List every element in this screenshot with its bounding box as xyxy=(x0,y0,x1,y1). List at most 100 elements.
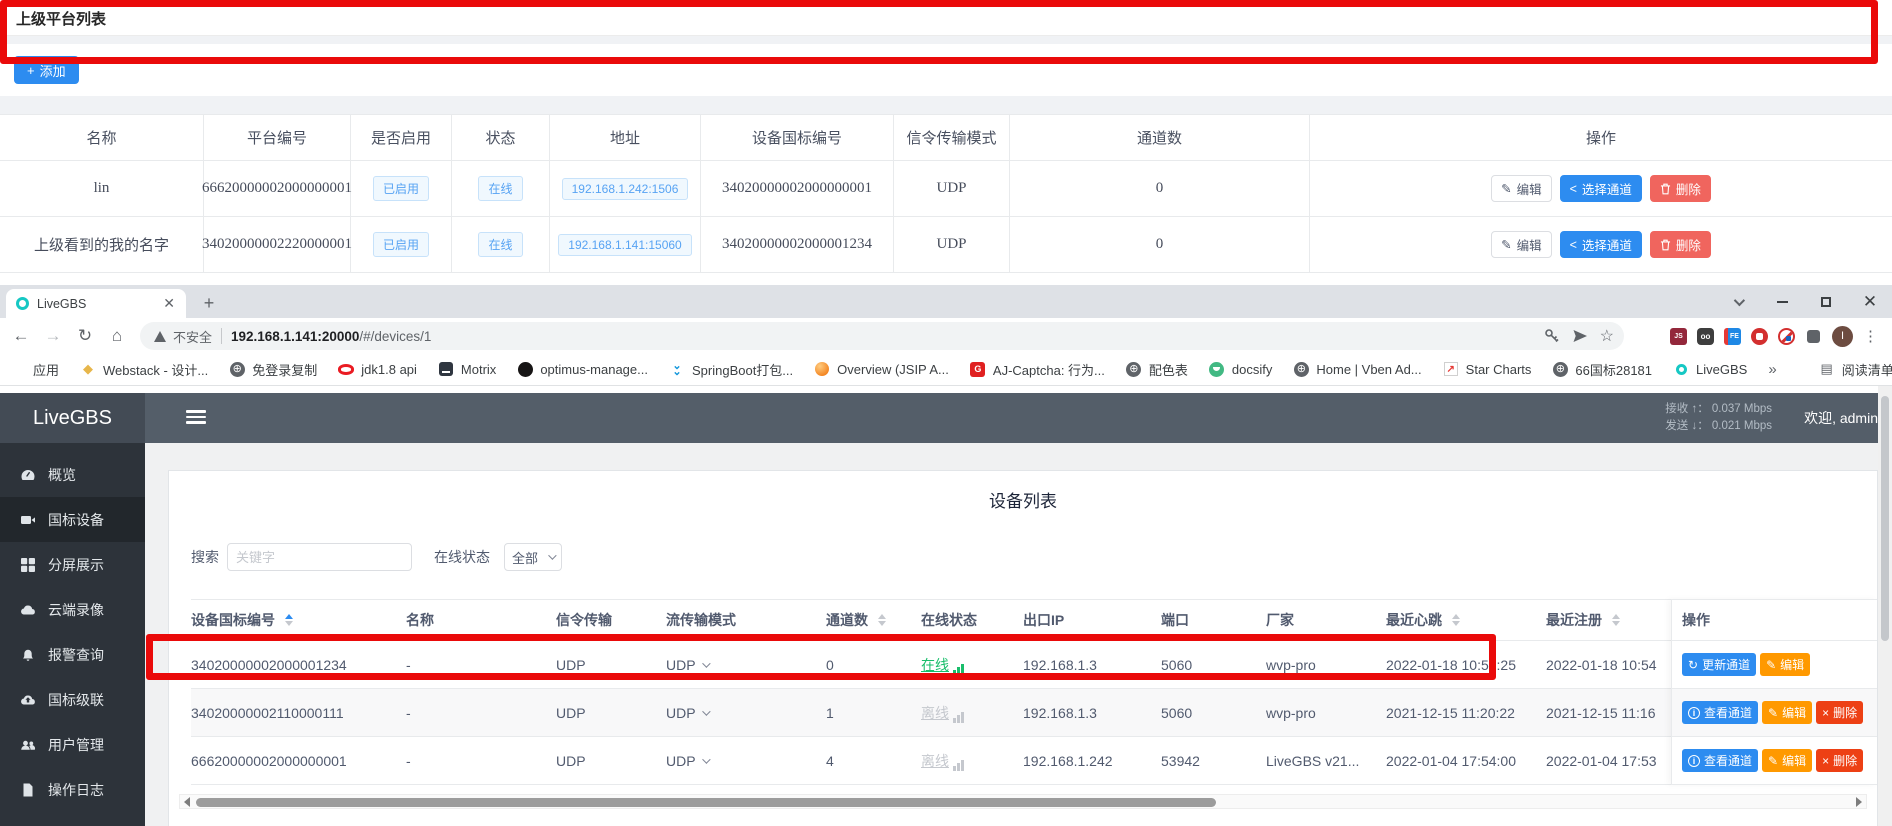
bookmark-aj-captcha[interactable]: GAJ-Captcha: 行为... xyxy=(970,360,1105,379)
col-channel-count: 通道数 xyxy=(1010,115,1310,161)
bookmark-motrix[interactable]: Motrix xyxy=(438,361,496,377)
view-channels-button[interactable]: i查看通道 xyxy=(1682,701,1758,724)
horizontal-scrollbar[interactable] xyxy=(179,794,1867,809)
device-table: 设备国标编号 名称 信令传输 流传输模式 通道数 在线状态 出口IP 端口 厂家… xyxy=(191,599,1877,785)
maximize-button[interactable] xyxy=(1804,285,1848,318)
fe-extension-icon[interactable]: FE xyxy=(1724,328,1741,345)
home-button[interactable]: ⌂ xyxy=(104,323,130,349)
minimize-button[interactable] xyxy=(1760,285,1804,318)
scroll-right-icon[interactable] xyxy=(1856,797,1862,807)
delete-button[interactable]: ×删除 xyxy=(1816,749,1863,772)
col-heartbeat[interactable]: 最近心跳 xyxy=(1386,610,1546,630)
edit-button[interactable]: ✎编辑 xyxy=(1762,749,1812,772)
tab-search-button[interactable] xyxy=(1716,285,1760,318)
search-input[interactable] xyxy=(227,543,412,571)
profile-avatar[interactable]: I xyxy=(1832,326,1853,347)
vertical-scrollbar[interactable] xyxy=(1878,386,1892,826)
update-channels-button[interactable]: ↻更新通道 xyxy=(1682,653,1756,676)
edit-button[interactable]: ✎ 编辑 xyxy=(1491,175,1552,202)
col-device-id[interactable]: 设备国标编号 xyxy=(191,610,406,630)
bookmark-docsify[interactable]: docsify xyxy=(1209,361,1272,377)
password-key-icon[interactable] xyxy=(1544,328,1560,344)
bookmark-springboot[interactable]: ⌄⌄SpringBoot打包... xyxy=(669,360,793,379)
page-title: 上级平台列表 xyxy=(16,8,106,29)
bookmark-gb28181[interactable]: ⊕66国标28181 xyxy=(1552,360,1652,379)
app-logo[interactable]: LiveGBS xyxy=(0,393,145,443)
adblock-hand-icon[interactable] xyxy=(1751,328,1768,345)
new-tab-button[interactable]: + xyxy=(196,290,222,316)
select-channel-button[interactable]: < 选择通道 xyxy=(1560,175,1642,202)
enabled-badge: 已启用 xyxy=(373,232,429,257)
reload-button[interactable]: ↻ xyxy=(72,323,98,349)
add-platform-button[interactable]: + 添加 xyxy=(14,56,79,84)
stream-mode-select[interactable]: UDP xyxy=(666,753,826,769)
bookmark-star-charts[interactable]: ↗Star Charts xyxy=(1443,361,1532,377)
bar-chart-icon xyxy=(953,712,964,723)
select-channel-button[interactable]: < 选择通道 xyxy=(1560,231,1642,258)
sidebar-item-operation-log[interactable]: 操作日志 xyxy=(0,767,145,812)
sidebar-item-user-management[interactable]: 用户管理 xyxy=(0,722,145,767)
col-channels[interactable]: 通道数 xyxy=(826,610,921,630)
traffic-stats: 接收 ↑： 0.037 Mbps 发送 ↓： 0.021 Mbps xyxy=(1665,401,1772,435)
edit-button[interactable]: ✎编辑 xyxy=(1760,653,1810,676)
sidebar-toggle-icon[interactable] xyxy=(186,410,206,427)
scroll-left-icon[interactable] xyxy=(184,797,190,807)
camera-icon xyxy=(20,512,36,528)
security-label: 不安全 xyxy=(173,327,212,346)
col-device-gb-id: 设备国标编号 xyxy=(701,115,894,161)
browser-menu-icon[interactable]: ⋮ xyxy=(1863,327,1878,345)
motrix-icon xyxy=(439,362,453,376)
bookmark-apps[interactable]: 应用 xyxy=(10,360,59,379)
scrollbar-thumb[interactable] xyxy=(196,798,1216,807)
bookmark-jdk-api[interactable]: jdk1.8 api xyxy=(338,361,417,377)
bookmark-color-table[interactable]: ⊕配色表 xyxy=(1126,360,1188,379)
delete-button[interactable]: 删除 xyxy=(1650,175,1711,202)
bookmark-optimus[interactable]: optimus-manage... xyxy=(517,361,648,377)
send-icon[interactable] xyxy=(1572,328,1588,344)
sidebar-item-basic-config[interactable]: 基础配置 xyxy=(0,812,145,826)
online-state-select[interactable]: 全部 xyxy=(504,543,562,571)
edit-button[interactable]: ✎编辑 xyxy=(1762,701,1812,724)
back-button[interactable]: ← xyxy=(8,323,34,349)
block-extension-icon[interactable] xyxy=(1778,328,1795,345)
bookmark-webstack[interactable]: ◆Webstack - 设计... xyxy=(80,360,208,379)
welcome-user[interactable]: 欢迎, admin xyxy=(1804,408,1878,428)
sidebar-item-alarm-query[interactable]: 报警查询 xyxy=(0,632,145,677)
edit-button[interactable]: ✎ 编辑 xyxy=(1491,231,1552,258)
close-window-button[interactable]: ✕ xyxy=(1848,285,1892,318)
extensions-puzzle-icon[interactable] xyxy=(1805,328,1822,345)
js-extension-icon[interactable]: JS xyxy=(1670,328,1687,345)
bookmark-livegbs[interactable]: LiveGBS xyxy=(1673,361,1747,377)
delete-button[interactable]: 删除 xyxy=(1650,231,1711,258)
sidebar-item-cloud-record[interactable]: 云端录像 xyxy=(0,587,145,632)
online-state-label: 在线状态 xyxy=(434,547,490,567)
delete-button[interactable]: ×删除 xyxy=(1816,701,1863,724)
online-status-link[interactable]: 离线 xyxy=(921,703,964,723)
stream-mode-select[interactable]: UDP xyxy=(666,657,826,673)
bookmark-copy[interactable]: ⊕免登录复制 xyxy=(229,360,317,379)
tab-close-icon[interactable]: ✕ xyxy=(160,295,178,312)
device-row: 34020000002110000111 - UDP UDP 1 离线 192.… xyxy=(191,689,1877,737)
sidebar-item-gb-devices[interactable]: 国标设备 xyxy=(0,497,145,542)
sidebar-item-split-screen[interactable]: 分屏展示 xyxy=(0,542,145,587)
online-status-link[interactable]: 离线 xyxy=(921,751,964,771)
bell-icon xyxy=(20,647,36,663)
filter-row: 搜索 在线状态 全部 xyxy=(191,543,562,571)
bookmarks-overflow-icon[interactable]: » xyxy=(1768,361,1776,378)
scrollbar-thumb[interactable] xyxy=(1881,396,1889,641)
chevron-down-icon xyxy=(548,551,556,559)
sidebar: 概览 国标设备 分屏展示 云端录像 报警查询 xyxy=(0,443,145,826)
forward-button[interactable]: → xyxy=(40,323,66,349)
online-status-link[interactable]: 在线 xyxy=(921,655,964,675)
bookmark-vben[interactable]: ⊕Home | Vben Ad... xyxy=(1293,361,1421,377)
bookmark-star-icon[interactable]: ☆ xyxy=(1600,326,1614,346)
browser-tab-livegbs[interactable]: LiveGBS ✕ xyxy=(6,289,186,318)
view-channels-button[interactable]: i查看通道 xyxy=(1682,749,1758,772)
url-field[interactable]: 不安全 192.168.1.141:20000 /#/devices/1 ☆ xyxy=(140,322,1624,350)
stream-mode-select[interactable]: UDP xyxy=(666,705,826,721)
bookmark-overview-jsip[interactable]: Overview (JSIP A... xyxy=(814,361,949,377)
sidebar-item-overview[interactable]: 概览 xyxy=(0,452,145,497)
reading-list-button[interactable]: ▤阅读清单 xyxy=(1819,360,1892,379)
sidebar-item-gb-cascade[interactable]: 国标级联 xyxy=(0,677,145,722)
mask-extension-icon[interactable]: oo xyxy=(1697,328,1714,345)
